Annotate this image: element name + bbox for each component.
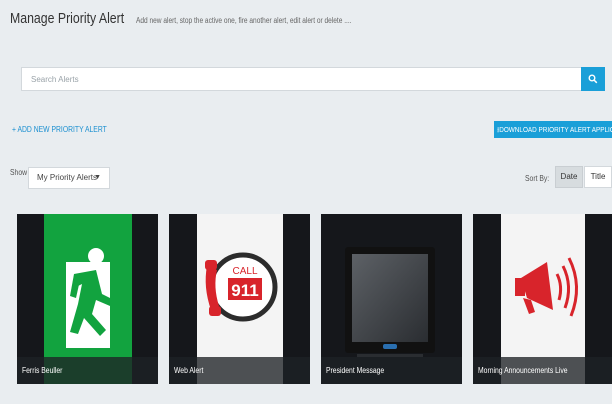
show-select[interactable]: My Priority Alerts ▼	[28, 167, 110, 189]
add-alert-link[interactable]: + ADD NEW PRIORITY ALERT	[12, 125, 107, 134]
alert-card-title: Web Alert	[169, 357, 310, 384]
alert-card[interactable]: Ferris Beuller	[17, 214, 158, 384]
sort-label: Sort By:	[525, 174, 550, 183]
alert-card[interactable]: President Message	[321, 214, 462, 384]
svg-text:911: 911	[231, 281, 258, 300]
alert-card[interactable]: CALL 911 Web Alert	[169, 214, 310, 384]
caret-down-icon: ▼	[94, 174, 101, 181]
download-button-label: ⭳DOWNLOAD PRIORITY ALERT APPLICATION	[497, 125, 612, 134]
search-bar	[21, 67, 605, 91]
alert-card[interactable]: Morning Announcements Live	[473, 214, 612, 384]
page-header: Manage Priority Alert Add new alert, sto…	[10, 10, 399, 28]
download-app-button[interactable]: ⭳DOWNLOAD PRIORITY ALERT APPLICATION	[494, 121, 612, 138]
sort-date-button[interactable]: Date	[555, 166, 583, 188]
alert-card-title: President Message	[321, 357, 462, 384]
alert-card-title: Morning Announcements Live	[473, 357, 612, 384]
alert-card-title: Ferris Beuller	[17, 357, 158, 384]
page-title: Manage Priority Alert	[10, 10, 125, 27]
page-subtitle: Add new alert, stop the active one, fire…	[135, 16, 352, 25]
search-button[interactable]	[581, 67, 605, 91]
search-icon	[588, 74, 598, 84]
svg-text:CALL: CALL	[232, 266, 257, 277]
show-select-value: My Priority Alerts	[37, 173, 98, 182]
show-label: Show	[10, 168, 28, 177]
search-input[interactable]	[22, 68, 582, 90]
sort-title-button[interactable]: Title	[584, 166, 612, 188]
